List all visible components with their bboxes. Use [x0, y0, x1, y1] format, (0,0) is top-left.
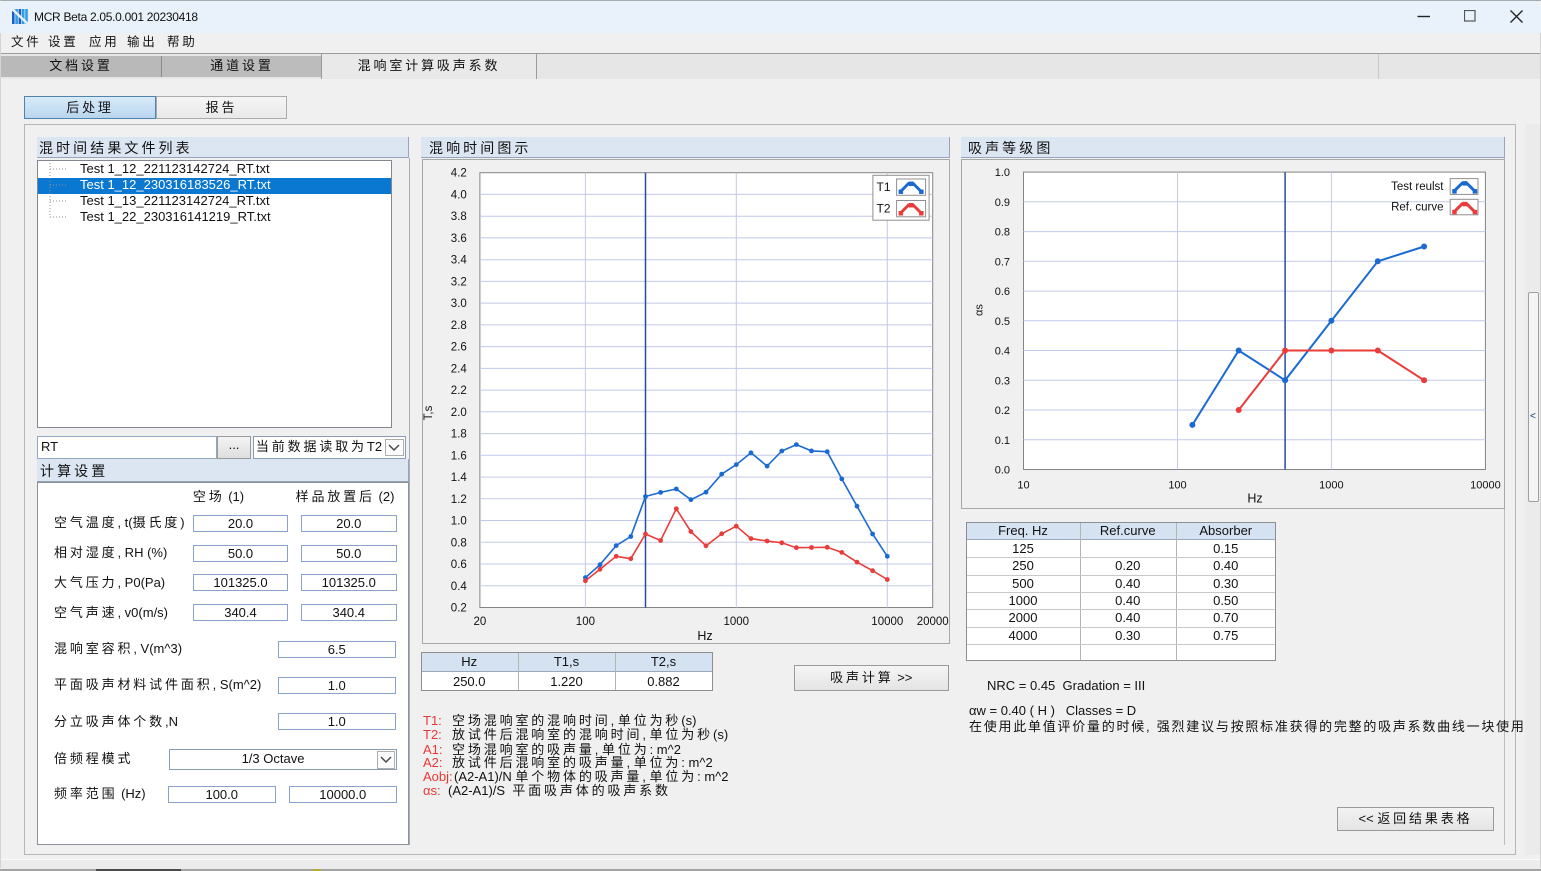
svg-text:1.8: 1.8 [450, 429, 466, 441]
svg-text:1.6: 1.6 [450, 450, 466, 462]
svg-text:0.8: 0.8 [450, 537, 466, 549]
svg-text:2.8: 2.8 [450, 320, 466, 332]
svg-text:100: 100 [575, 616, 594, 628]
svg-text:4.2: 4.2 [450, 168, 466, 180]
svg-text:4.0: 4.0 [450, 189, 466, 201]
svg-text:3.6: 3.6 [450, 233, 466, 245]
svg-text:20: 20 [473, 616, 486, 628]
svg-text:0.0: 0.0 [994, 465, 1009, 477]
svg-text:0.4: 0.4 [994, 346, 1009, 358]
svg-text:Hz: Hz [697, 629, 712, 643]
svg-text:1000: 1000 [1319, 480, 1343, 492]
svg-text:2.6: 2.6 [450, 342, 466, 354]
svg-text:0.8: 0.8 [994, 227, 1009, 239]
svg-text:1.2: 1.2 [450, 494, 466, 506]
svg-text:3.4: 3.4 [450, 255, 467, 267]
svg-text:1.0: 1.0 [450, 516, 466, 528]
svg-text:0.4: 0.4 [450, 581, 467, 593]
svg-text:0.5: 0.5 [994, 316, 1009, 328]
svg-text:0.9: 0.9 [994, 197, 1009, 209]
svg-text:3.0: 3.0 [450, 298, 466, 310]
svg-text:0.6: 0.6 [450, 559, 466, 571]
svg-text:2.4: 2.4 [450, 363, 467, 375]
svg-text:0.6: 0.6 [994, 286, 1009, 298]
svg-text:T,s: T,s [423, 405, 435, 420]
svg-text:10000: 10000 [1470, 480, 1501, 492]
svg-text:2.0: 2.0 [450, 407, 466, 419]
svg-text:T2: T2 [876, 201, 890, 215]
svg-text:1000: 1000 [723, 616, 749, 628]
svg-text:0.2: 0.2 [450, 603, 466, 615]
svg-text:1.4: 1.4 [450, 472, 467, 484]
svg-text:10: 10 [1017, 480, 1029, 492]
svg-text:20000: 20000 [916, 616, 948, 628]
svg-text:0.1: 0.1 [994, 435, 1009, 447]
svg-text:T1: T1 [876, 180, 890, 194]
svg-text:Hz: Hz [1247, 492, 1262, 506]
svg-text:3.2: 3.2 [450, 276, 466, 288]
svg-text:Ref. curve: Ref. curve [1391, 202, 1443, 214]
svg-text:10000: 10000 [871, 616, 903, 628]
svg-text:2.2: 2.2 [450, 385, 466, 397]
svg-text:0.7: 0.7 [994, 256, 1009, 268]
svg-text:100: 100 [1168, 480, 1186, 492]
svg-text:3.8: 3.8 [450, 211, 466, 223]
svg-text:0.3: 0.3 [994, 375, 1009, 387]
svg-text:αs: αs [973, 304, 985, 316]
svg-text:0.2: 0.2 [994, 405, 1009, 417]
svg-text:1.0: 1.0 [994, 167, 1009, 179]
svg-text:Test reulst: Test reulst [1391, 181, 1444, 193]
